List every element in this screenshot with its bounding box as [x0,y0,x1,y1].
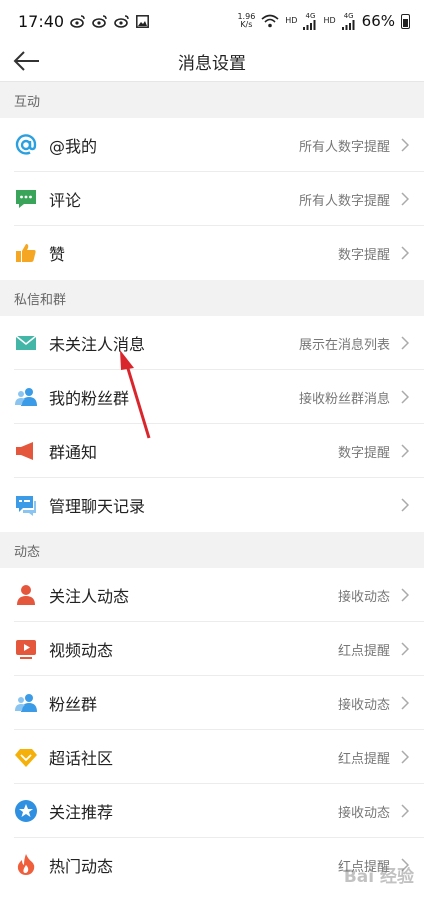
back-button[interactable] [10,44,44,78]
setting-label: 粉丝群 [49,695,98,714]
setting-row-my-fan-groups[interactable]: 我的粉丝群 接收粉丝群消息 [0,370,424,424]
gallery-icon [136,14,150,28]
signal-icon: 4G [341,11,356,30]
setting-label: 未关注人消息 [49,335,146,354]
page-title: 消息设置 [178,54,246,74]
megaphone-icon [14,439,38,463]
status-bar: 17:40 1.96 K/s HD 4G HD 4G 66% [0,0,424,42]
star-badge-icon [14,799,38,823]
setting-row-unfollowed-messages[interactable]: 未关注人消息 展示在消息列表 [0,316,424,370]
setting-value: 接收动态 [337,805,390,821]
setting-label: @我的 [49,137,98,156]
at-icon [14,133,38,157]
signal-type-2: 4G [343,11,354,20]
chevron-right-icon [398,192,412,206]
setting-label: 赞 [49,245,66,264]
section-header-interaction: 互动 [0,82,424,118]
weibo-notification-icon [114,14,130,28]
people-icon [14,385,38,409]
battery-percent: 66% [361,12,395,30]
back-arrow-icon [13,51,39,71]
chat-icon [14,493,38,517]
setting-value: 展示在消息列表 [298,337,390,353]
weibo-notification-icon [92,14,108,28]
diamond-icon [14,745,38,769]
watermark: Bai 经验 [343,867,414,887]
chevron-right-icon [398,390,412,404]
status-left: 17:40 [18,11,150,31]
comment-icon [14,187,38,211]
setting-value: 接收粉丝群消息 [298,391,390,407]
chevron-right-icon [398,588,412,602]
setting-label: 评论 [49,191,82,210]
chevron-right-icon [398,696,412,710]
hd-label-1: HD [285,16,298,25]
wifi-icon [261,14,279,28]
fans-group-icon [14,691,38,715]
battery-icon [401,13,410,29]
setting-label: 视频动态 [49,641,114,660]
setting-value: 数字提醒 [337,445,390,461]
chevron-right-icon [398,750,412,764]
setting-row-like[interactable]: 赞 数字提醒 [0,226,424,280]
signal-icon: 4G [303,11,317,30]
setting-label: 我的粉丝群 [49,389,130,408]
setting-label: 超话社区 [49,749,114,768]
setting-label: 管理聊天记录 [49,497,146,516]
chevron-right-icon [398,336,412,350]
chevron-right-icon [398,642,412,656]
setting-row-fan-group[interactable]: 粉丝群 接收动态 [0,676,424,730]
net-speed: 1.96 K/s [237,13,255,29]
setting-value: 数字提醒 [337,247,390,263]
setting-label: 群通知 [49,443,98,462]
setting-label: 关注推荐 [49,803,114,822]
chevron-right-icon [398,498,412,512]
setting-row-following-feeds[interactable]: 关注人动态 接收动态 [0,568,424,622]
weibo-notification-icon [70,14,86,28]
status-time: 17:40 [18,11,65,31]
setting-row-at-me[interactable]: @我的 所有人数字提醒 [0,118,424,172]
setting-value: 红点提醒 [337,751,390,767]
video-icon [14,637,38,661]
hd-label-2: HD [323,16,336,25]
setting-row-video-feeds[interactable]: 视频动态 红点提醒 [0,622,424,676]
net-speed-unit: K/s [240,20,253,29]
chevron-right-icon [398,804,412,818]
setting-value: 所有人数字提醒 [298,139,390,155]
setting-row-manage-chat-history[interactable]: 管理聊天记录 [0,478,424,532]
setting-row-super-topic[interactable]: 超话社区 红点提醒 [0,730,424,784]
signal-type-1: 4G [305,11,316,20]
chevron-right-icon [398,138,412,152]
setting-value: 所有人数字提醒 [298,193,390,209]
section-header-feeds: 动态 [0,532,424,568]
setting-row-follow-recommendations[interactable]: 关注推荐 接收动态 [0,784,424,838]
setting-value: 接收动态 [337,589,390,605]
setting-value: 接收动态 [337,697,390,713]
status-right: 1.96 K/s HD 4G HD 4G 66% [237,12,410,30]
setting-label: 关注人动态 [49,587,130,606]
title-bar: 消息设置 [0,42,424,82]
setting-row-comment[interactable]: 评论 所有人数字提醒 [0,172,424,226]
chevron-right-icon [398,246,412,260]
chevron-right-icon [398,444,412,458]
thumbs-up-icon [14,241,38,265]
setting-row-group-notices[interactable]: 群通知 数字提醒 [0,424,424,478]
section-header-messages-groups: 私信和群 [0,280,424,316]
setting-label: 热门动态 [49,857,114,876]
person-icon [14,583,38,607]
mail-icon [14,331,38,355]
flame-icon [14,853,38,877]
setting-value: 红点提醒 [337,643,390,659]
